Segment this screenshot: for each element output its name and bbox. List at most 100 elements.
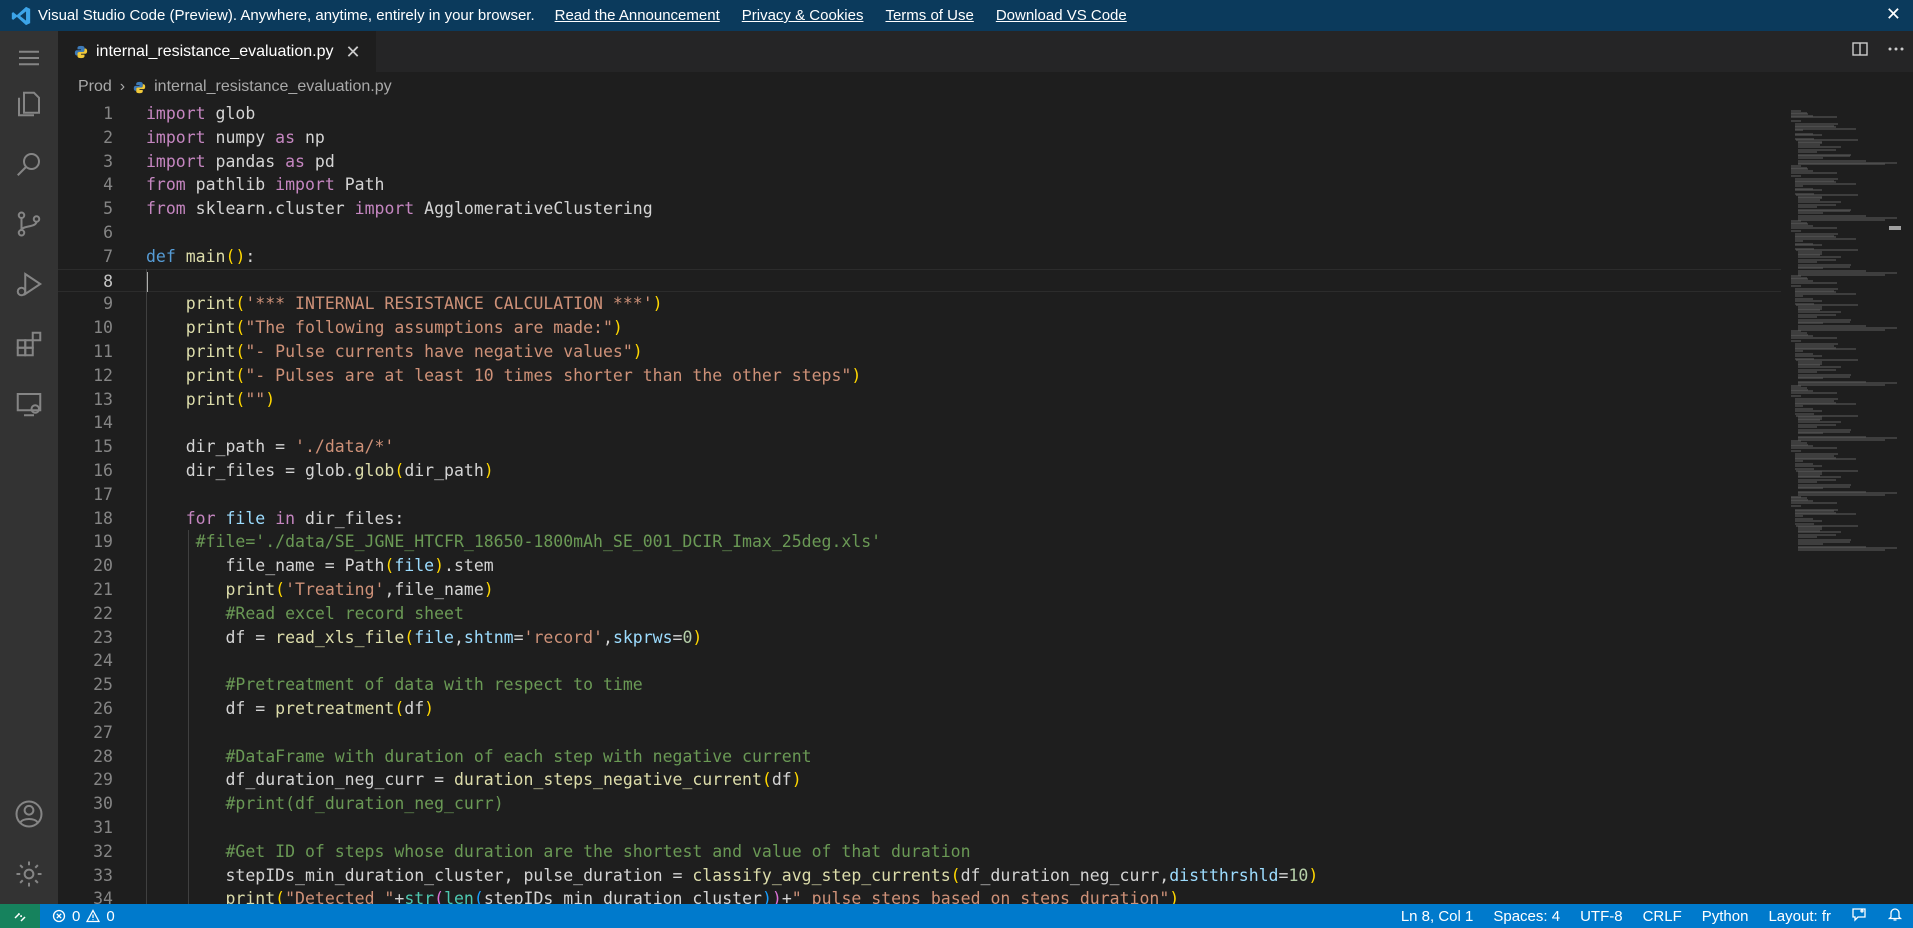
code-text: #file='./data/SE_JGNE_HTCFR_18650-1800mA… <box>195 532 882 552</box>
remote-explorer-icon[interactable] <box>0 379 58 429</box>
line-number: 30 <box>93 794 113 814</box>
code-line[interactable]: 19 #file='./data/SE_JGNE_HTCFR_18650-180… <box>58 530 1781 554</box>
download-vscode-link[interactable]: Download VS Code <box>996 7 1127 24</box>
accounts-icon[interactable] <box>0 789 58 839</box>
code-line[interactable]: 8 <box>58 268 1781 293</box>
tab-internal-resistance-evaluation[interactable]: internal_resistance_evaluation.py ✕ <box>58 31 376 72</box>
minimap-line <box>1791 450 1801 453</box>
minimap[interactable] <box>1781 102 1901 904</box>
status-bar: 0 0 Ln 8, Col 1 Spaces: 4 UTF-8 CRLF Pyt… <box>0 904 1913 928</box>
code-line[interactable]: 6 <box>58 221 1781 245</box>
line-number: 3 <box>103 151 113 171</box>
cursor-position[interactable]: Ln 8, Col 1 <box>1401 908 1474 925</box>
code-line[interactable]: 12 print("- Pulses are at least 10 times… <box>58 364 1781 388</box>
code-line[interactable]: 17 <box>58 483 1781 507</box>
minimap-line <box>1798 163 1885 166</box>
code-text: print("- Pulse currents have negative va… <box>185 342 643 361</box>
code-line[interactable]: 4 from pathlib import Path <box>58 173 1781 197</box>
line-number: 22 <box>93 603 113 623</box>
minimap-line <box>1794 294 1803 297</box>
minimap-line <box>1798 218 1885 221</box>
code-text: import numpy as np <box>146 127 325 147</box>
code-line[interactable]: 33 stepIDs_min_duration_cluster, pulse_d… <box>58 864 1781 888</box>
code-text: print("- Pulses are at least 10 times sh… <box>185 365 862 385</box>
read-announcement-link[interactable]: Read the Announcement <box>555 7 720 24</box>
source-control-icon[interactable] <box>0 199 58 249</box>
code-text: dir_files = glob.glob(dir_path) <box>146 461 494 480</box>
more-actions-icon[interactable] <box>1887 40 1905 63</box>
code-line[interactable]: 14 <box>58 411 1781 435</box>
code-line[interactable]: 23 df = read_xls_file(file,shtnm='record… <box>58 626 1781 650</box>
code-line[interactable]: 16 dir_files = glob.glob(dir_path) <box>58 459 1781 483</box>
code-line[interactable]: 21 print('Treating',file_name) <box>58 578 1781 602</box>
code-text: #Pretreatment of data with respect to ti… <box>225 675 643 695</box>
code-line[interactable]: 26 df = pretreatment(df) <box>58 697 1781 721</box>
minimap-line <box>1798 438 1885 441</box>
code-line[interactable]: 34 print("Detected "+str(len(stepIDs_min… <box>58 887 1781 904</box>
code-line[interactable]: 22 #Read excel record sheet <box>58 602 1781 626</box>
line-number: 20 <box>93 556 113 576</box>
extensions-icon[interactable] <box>0 319 58 369</box>
code-line[interactable]: 18 for file in dir_files: <box>58 507 1781 531</box>
minimap-line <box>1791 336 1837 339</box>
line-number: 8 <box>103 271 113 291</box>
end-of-line[interactable]: CRLF <box>1643 908 1682 925</box>
explorer-icon[interactable] <box>0 79 58 129</box>
line-number: 23 <box>93 627 113 647</box>
code-line[interactable]: 7 def main(): <box>58 245 1781 269</box>
minimap-line <box>1798 432 1824 435</box>
code-line[interactable]: 24 <box>58 649 1781 673</box>
code-line[interactable]: 29 df_duration_neg_curr = duration_steps… <box>58 768 1781 792</box>
minimap-line <box>1791 281 1837 284</box>
line-number: 7 <box>103 246 113 266</box>
menu-icon[interactable] <box>0 33 58 83</box>
code-line[interactable]: 5 from sklearn.cluster import Agglomerati… <box>58 197 1781 221</box>
minimap-line <box>1791 284 1801 287</box>
indentation[interactable]: Spaces: 4 <box>1493 908 1560 925</box>
minimap-line <box>1794 189 1823 192</box>
language-mode[interactable]: Python <box>1702 908 1749 925</box>
code-text: df = read_xls_file(file,shtnm='record',s… <box>146 627 703 647</box>
code-line[interactable]: 3 import pandas as pd <box>58 150 1781 174</box>
code-line[interactable]: 30 #print(df_duration_neg_curr) <box>58 792 1781 816</box>
code-line[interactable]: 25 #Pretreatment of data with respect to… <box>58 673 1781 697</box>
breadcrumb-folder[interactable]: Prod <box>78 78 112 96</box>
code-line[interactable]: 9 print('*** INTERNAL RESISTANCE CALCULA… <box>58 292 1781 316</box>
tab-close-icon[interactable]: ✕ <box>345 42 360 63</box>
breadcrumb-file[interactable]: internal_resistance_evaluation.py <box>154 78 391 96</box>
scrollbar-thumb[interactable] <box>1889 226 1901 230</box>
problems-indicator[interactable]: 0 0 <box>52 908 115 925</box>
code-line[interactable]: 11 print("- Pulse currents have negative… <box>58 340 1781 364</box>
minimap-line <box>1798 260 1818 263</box>
code-line[interactable]: 13 print("") <box>58 388 1781 412</box>
settings-gear-icon[interactable] <box>0 849 58 899</box>
code-line[interactable]: 10 print("The following assumptions are … <box>58 316 1781 340</box>
remote-indicator[interactable] <box>0 904 40 928</box>
code-line[interactable]: 31 <box>58 816 1781 840</box>
line-number: 1 <box>103 104 113 123</box>
encoding[interactable]: UTF-8 <box>1580 908 1623 925</box>
minimap-line <box>1798 487 1824 490</box>
keyboard-layout[interactable]: Layout: fr <box>1768 908 1831 925</box>
code-line[interactable]: 15 dir_path = './data/*' <box>58 435 1781 459</box>
search-icon[interactable] <box>0 139 58 189</box>
notifications-bell-icon[interactable] <box>1887 906 1903 926</box>
minimap-line <box>1791 502 1837 505</box>
minimap-line <box>1798 200 1842 203</box>
minimap-line <box>1791 505 1801 508</box>
split-editor-icon[interactable] <box>1851 40 1869 63</box>
code-line[interactable]: 20 file_name = Path(file).stem <box>58 554 1781 578</box>
feedback-icon[interactable] <box>1851 906 1867 926</box>
code-editor[interactable]: 1 import glob 2 import numpy as np 3 import p… <box>58 102 1781 904</box>
code-line[interactable]: 1 import glob <box>58 102 1781 126</box>
code-line[interactable]: 32 #Get ID of steps whose duration are t… <box>58 840 1781 864</box>
run-debug-icon[interactable] <box>0 259 58 309</box>
code-line[interactable]: 28 #DataFrame with duration of each step… <box>58 745 1781 769</box>
terms-of-use-link[interactable]: Terms of Use <box>885 7 973 24</box>
minimap-line <box>1798 536 1818 539</box>
code-line[interactable]: 2 import numpy as np <box>58 126 1781 150</box>
privacy-cookies-link[interactable]: Privacy & Cookies <box>742 7 864 24</box>
code-line[interactable]: 27 <box>58 721 1781 745</box>
minimap-line <box>1798 383 1885 386</box>
banner-close-icon[interactable]: ✕ <box>1886 4 1901 25</box>
